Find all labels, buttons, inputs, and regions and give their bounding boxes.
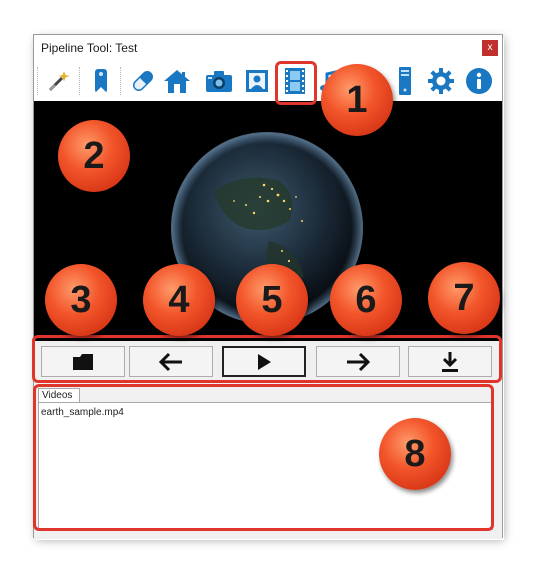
bookmark-icon[interactable] bbox=[86, 66, 116, 96]
toolbar bbox=[34, 61, 502, 101]
annotation-marker-8: 8 bbox=[379, 418, 451, 490]
close-button[interactable]: x bbox=[482, 40, 498, 56]
camera-icon[interactable] bbox=[204, 66, 234, 96]
annotation-marker-4: 4 bbox=[143, 264, 215, 336]
toolbar-separator bbox=[37, 67, 40, 95]
toolbar-separator bbox=[120, 67, 123, 95]
pill-icon[interactable] bbox=[128, 66, 158, 96]
annotation-marker-2: 2 bbox=[58, 120, 130, 192]
toolbar-separator bbox=[79, 67, 82, 95]
server-icon[interactable] bbox=[390, 66, 420, 96]
portrait-icon[interactable] bbox=[242, 66, 272, 96]
highlight-player-controls bbox=[32, 335, 502, 383]
magic-wand-icon[interactable] bbox=[44, 66, 74, 96]
title-bar: Pipeline Tool: Test x bbox=[34, 35, 502, 61]
highlight-film-button bbox=[275, 61, 317, 105]
annotation-marker-1: 1 bbox=[321, 64, 393, 136]
annotation-marker-3: 3 bbox=[45, 264, 117, 336]
gear-icon[interactable] bbox=[426, 66, 456, 96]
annotation-marker-6: 6 bbox=[330, 264, 402, 336]
annotation-marker-5: 5 bbox=[236, 264, 308, 336]
window-title: Pipeline Tool: Test bbox=[41, 41, 138, 55]
home-icon[interactable] bbox=[162, 66, 192, 96]
info-icon[interactable] bbox=[464, 66, 494, 96]
annotation-marker-7: 7 bbox=[428, 262, 500, 334]
